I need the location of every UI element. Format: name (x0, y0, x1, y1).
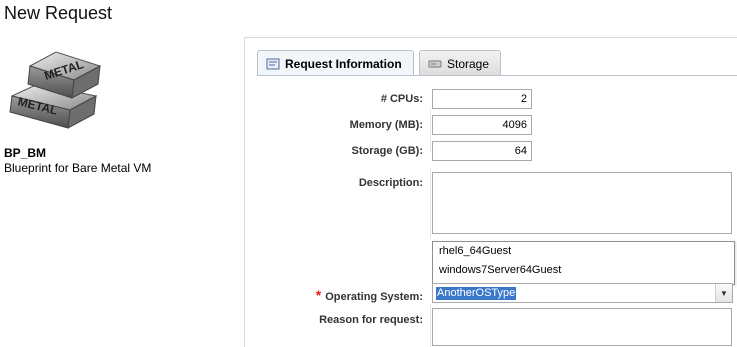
cpus-field[interactable]: 2 (432, 89, 532, 109)
tab-storage[interactable]: Storage (419, 50, 501, 76)
cpus-label: # CPUs: (380, 93, 423, 105)
operating-system-value: AnotherOSType (436, 287, 517, 300)
dropdown-option[interactable]: rhel6_64Guest (433, 242, 734, 261)
storage-icon (428, 58, 442, 70)
page-title: New Request (4, 3, 113, 23)
tab-request-information[interactable]: Request Information (257, 50, 414, 76)
description-label: Description: (358, 177, 423, 189)
reason-textarea[interactable] (432, 308, 732, 346)
required-asterisk-icon: * (315, 287, 322, 303)
storage-label: Storage (GB): (351, 145, 424, 157)
metal-ingots-logo: METAL METAL (8, 44, 104, 134)
operating-system-combobox[interactable]: AnotherOSType ▼ (432, 283, 733, 303)
operating-system-dropdown-list: rhel6_64Guest windows7Server64Guest (432, 241, 735, 285)
tab-strip-divider (257, 75, 737, 76)
blueprint-name: BP_BM (4, 146, 47, 160)
tab-label: Storage (447, 56, 490, 71)
memory-field[interactable]: 4096 (432, 115, 532, 135)
dropdown-option[interactable]: windows7Server64Guest (433, 261, 734, 280)
form-divider (430, 303, 431, 347)
operating-system-label: * Operating System: (245, 287, 423, 303)
memory-label: Memory (MB): (349, 119, 423, 131)
storage-field[interactable]: 64 (432, 141, 532, 161)
request-info-icon (266, 58, 280, 70)
description-textarea[interactable] (432, 172, 732, 234)
reason-label: Reason for request: (319, 314, 423, 326)
chevron-down-icon[interactable]: ▼ (715, 284, 732, 302)
blueprint-description: Blueprint for Bare Metal VM (4, 161, 152, 175)
tab-label: Request Information (285, 56, 402, 71)
form-divider (430, 108, 431, 152)
operating-system-label-text: Operating System: (325, 291, 423, 303)
form-divider (430, 168, 431, 238)
request-panel: Request Information Storage # CPUs: 2 Me… (244, 37, 737, 347)
